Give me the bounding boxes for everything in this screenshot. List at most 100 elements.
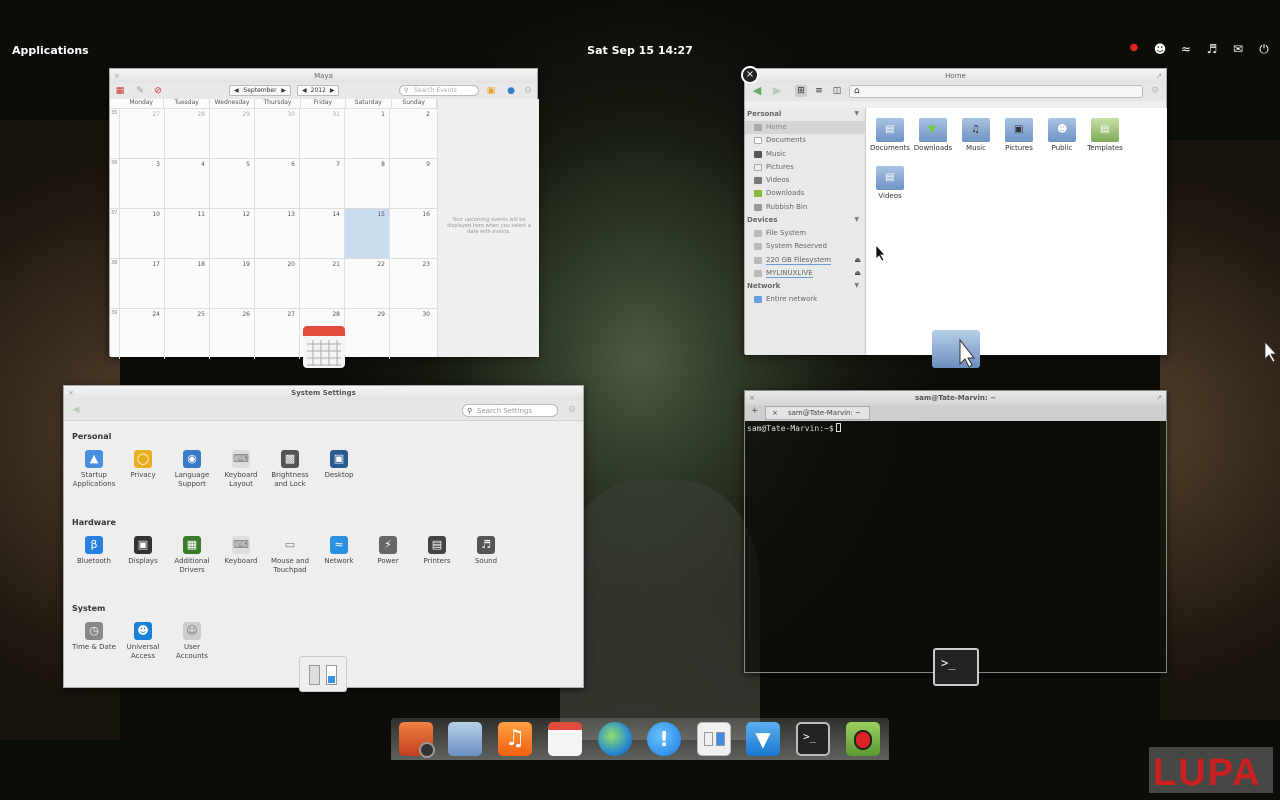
chevron-down-icon[interactable]: ▼	[854, 216, 859, 223]
sidebar-item-home[interactable]: Home	[745, 121, 865, 135]
calendar-day-cell[interactable]: 4	[164, 159, 209, 209]
calendar-day-cell[interactable]: 22	[344, 259, 389, 309]
calendar-day-cell[interactable]: 24	[119, 309, 164, 359]
files-window[interactable]: Home ↗ ◀ ▶ ⊞ ≡ ◫ ⌂ ⚙ Personal ▼ Home Docu…	[744, 68, 1167, 355]
gear-icon[interactable]: ⚙	[522, 85, 534, 97]
calendar-day-cell[interactable]: 18	[164, 259, 209, 309]
terminal-titlebar[interactable]: × sam@Tate-Marvin: ~ ↗	[745, 391, 1166, 405]
next-year-icon[interactable]: ▶	[326, 86, 339, 95]
next-month-icon[interactable]: ▶	[277, 86, 290, 95]
close-icon[interactable]: ×	[68, 386, 74, 400]
calendar-day-cell[interactable]: 29	[344, 309, 389, 359]
year-switcher[interactable]: ◀ 2012 ▶	[297, 85, 339, 96]
path-bar[interactable]: ⌂	[849, 85, 1143, 98]
calendar-day-cell[interactable]: 1	[344, 109, 389, 159]
column-view-icon[interactable]: ◫	[831, 85, 843, 97]
close-icon[interactable]: ×	[114, 69, 120, 83]
prev-year-icon[interactable]: ◀	[298, 86, 311, 95]
gear-icon[interactable]: ⚙	[1149, 85, 1161, 97]
calendar-day-cell[interactable]: 15	[344, 209, 389, 259]
volume-icon[interactable]: ♬	[1204, 42, 1220, 57]
settings-item-mouse-and-touchpad[interactable]: ▭ Mouse and Touchpad	[265, 536, 315, 575]
settings-item-time-date[interactable]: ◷ Time & Date	[69, 622, 119, 652]
calendar-day-cell[interactable]: 7	[299, 159, 344, 209]
record-indicator-icon[interactable]: ●	[1126, 42, 1142, 57]
add-event-icon[interactable]: ▦	[114, 85, 126, 97]
calendar-day-cell[interactable]: 14	[299, 209, 344, 259]
files-app-badge-icon[interactable]	[932, 330, 980, 368]
sidebar-item-entire-network[interactable]: Entire network	[745, 293, 865, 306]
calendar-day-cell[interactable]: 28	[164, 109, 209, 159]
sidebar-heading-personal[interactable]: Personal ▼	[745, 108, 865, 121]
calendar-day-cell[interactable]: 12	[209, 209, 254, 259]
calendar-day-cell[interactable]: 6	[254, 159, 299, 209]
calendar-icon[interactable]	[548, 722, 582, 756]
settings-item-user-accounts[interactable]: ☺ User Accounts	[167, 622, 217, 661]
folder-downloads[interactable]: ▼ Downloads	[911, 118, 955, 152]
calendar-day-cell[interactable]: 17	[119, 259, 164, 309]
maximize-icon[interactable]: ↗	[1156, 69, 1162, 83]
settings-item-sound[interactable]: ♬ Sound	[461, 536, 511, 566]
prev-month-icon[interactable]: ◀	[230, 86, 243, 95]
settings-item-bluetooth[interactable]: β Bluetooth	[69, 536, 119, 566]
calendar-day-cell[interactable]: 10	[119, 209, 164, 259]
calendar-day-cell[interactable]: 8	[344, 159, 389, 209]
terminal-prompt-line[interactable]: sam@Tate-Marvin:~$	[747, 423, 841, 433]
calendar-day-cell[interactable]: 30	[389, 309, 434, 359]
maximize-icon[interactable]: ↗	[1156, 391, 1162, 405]
settings-item-network[interactable]: ≈ Network	[314, 536, 364, 566]
folder-templates[interactable]: ▤ Templates	[1083, 118, 1127, 152]
files-titlebar[interactable]: Home ↗	[745, 69, 1166, 83]
back-arrow-icon[interactable]: ◀	[70, 404, 82, 416]
music-icon[interactable]: ♫	[498, 722, 532, 756]
calendar-day-cell[interactable]: 20	[254, 259, 299, 309]
user-icon[interactable]: ☻	[1152, 42, 1168, 57]
calendar-day-cell[interactable]: 5	[209, 159, 254, 209]
calendar-day-cell[interactable]: 9	[389, 159, 434, 209]
settings-item-printers[interactable]: ▤ Printers	[412, 536, 462, 566]
settings-search-input[interactable]: ⚲ Search Settings	[462, 404, 558, 417]
bug-app-icon[interactable]	[846, 722, 880, 756]
sidebar-item-videos[interactable]: Videos	[745, 174, 865, 187]
calendar-app-badge-icon[interactable]	[303, 326, 345, 368]
settings-item-brightness-and-lock[interactable]: ▩ Brightness and Lock	[265, 450, 315, 489]
sync-icon[interactable]: ●	[505, 85, 517, 97]
terminal-icon[interactable]: >_	[796, 722, 830, 756]
calendar-day-cell[interactable]: 21	[299, 259, 344, 309]
wifi-icon[interactable]: ≈	[1178, 42, 1194, 57]
back-arrow-icon[interactable]: ◀	[751, 85, 763, 97]
settings-item-keyboard-layout[interactable]: ⌨ Keyboard Layout	[216, 450, 266, 489]
calendar-titlebar[interactable]: × Maya	[110, 69, 537, 83]
close-icon[interactable]: ×	[749, 391, 755, 405]
calendar-day-cell[interactable]: 29	[209, 109, 254, 159]
home-icon[interactable]: ⌂	[854, 86, 860, 96]
browser-icon[interactable]	[598, 722, 632, 756]
chevron-down-icon[interactable]: ▼	[854, 282, 859, 289]
list-view-icon[interactable]: ≡	[813, 85, 825, 97]
calendar-window[interactable]: × Maya ▦ ✎ ⊘ ◀ September ▶ ◀ 2012 ▶ ⚲ Se…	[109, 68, 539, 359]
folder-public[interactable]: ☻ Public	[1040, 118, 1084, 152]
settings-item-additional-drivers[interactable]: ▦ Additional Drivers	[167, 536, 217, 575]
sidebar-item-pictures[interactable]: Pictures	[745, 161, 865, 174]
files-icon[interactable]	[448, 722, 482, 756]
sidebar-item-music[interactable]: Music	[745, 148, 865, 161]
calendar-day-cell[interactable]: 13	[254, 209, 299, 259]
settings-icon[interactable]	[697, 722, 731, 756]
calendar-day-cell[interactable]: 19	[209, 259, 254, 309]
sidebar-item-downloads[interactable]: Downloads	[745, 187, 865, 200]
calendar-day-cell[interactable]: 23	[389, 259, 434, 309]
calendar-day-cell[interactable]: 2	[389, 109, 434, 159]
mail-icon[interactable]: ✉	[1230, 42, 1246, 57]
sidebar-heading-network[interactable]: Network ▼	[745, 280, 865, 293]
eject-icon[interactable]: ⏏	[854, 254, 861, 267]
calendar-day-cell[interactable]: 27	[254, 309, 299, 359]
terminal-tab[interactable]: × sam@Tate-Marvin: ~	[765, 406, 870, 420]
folder-videos[interactable]: ▤ Videos	[868, 166, 912, 200]
calendar-day-cell[interactable]: 26	[209, 309, 254, 359]
sidebar-item-rubbish-bin[interactable]: Rubbish Bin	[745, 201, 865, 214]
clock[interactable]: Sat Sep 15 14:27	[0, 44, 1280, 57]
gear-icon[interactable]: ⚙	[566, 404, 578, 416]
import-icon[interactable]: ▣	[485, 85, 497, 97]
power-icon[interactable]: ⏻	[1256, 42, 1272, 57]
calendar-day-cell[interactable]: 27	[119, 109, 164, 159]
